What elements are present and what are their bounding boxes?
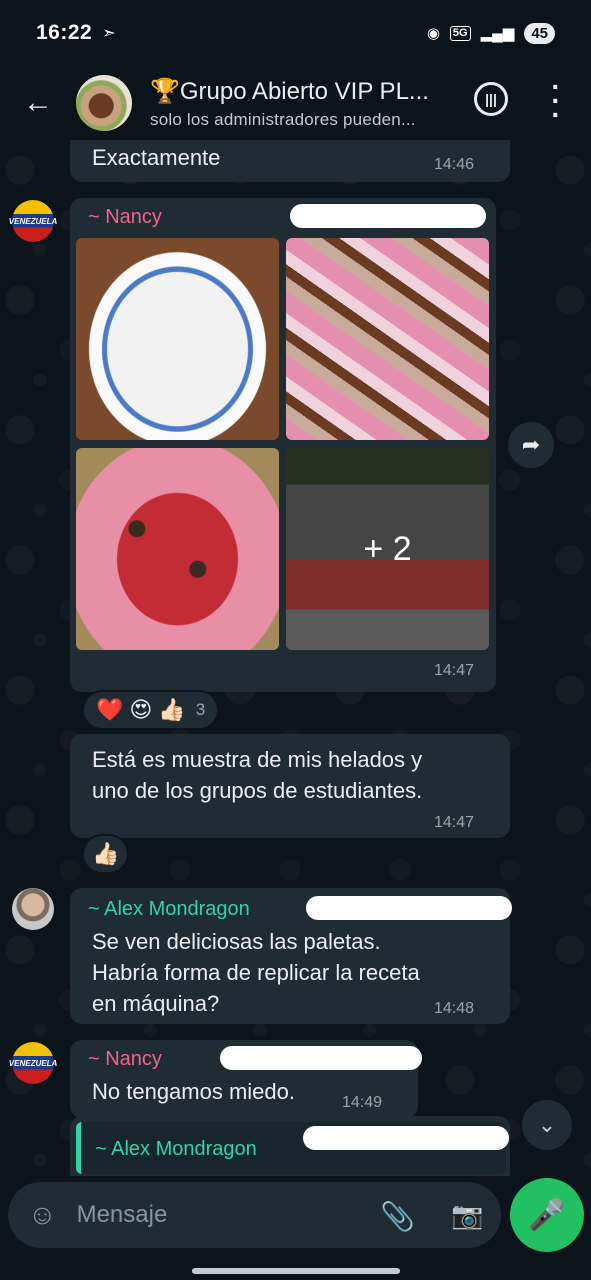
message-line: Se ven deliciosas las paletas. — [92, 929, 381, 954]
message-bubble[interactable]: Está es muestra de mis helados y uno de … — [70, 734, 510, 838]
reaction-emoji: ❤️ — [96, 697, 124, 722]
chat-header: ← 🏆Grupo Abierto VIP PL... solo los admi… — [0, 66, 591, 140]
reaction-emoji: 👍🏻 — [158, 697, 186, 722]
reaction-count: 3 — [195, 700, 206, 719]
avatar[interactable]: VENEZUELA — [9, 1042, 57, 1084]
composer-box: ☺ 📎 📷 — [8, 1182, 501, 1248]
emoji-icon[interactable]: ☺ — [28, 1199, 57, 1231]
message-time: 14:47 — [434, 814, 475, 831]
sender-name[interactable]: ~ Alex Mondragon — [88, 898, 250, 921]
album-photo[interactable] — [76, 238, 279, 440]
message-text: Está es muestra de mis helados y uno de … — [92, 744, 422, 806]
camera-icon[interactable]: 📷 — [451, 1200, 483, 1231]
voice-chat-icon[interactable]: ||| — [474, 82, 508, 116]
album-photo[interactable] — [76, 448, 279, 650]
message-time: 14:48 — [434, 1000, 475, 1017]
forward-icon[interactable]: ➦ — [508, 422, 554, 468]
message-time: 14:49 — [342, 1094, 383, 1111]
message-line: Está es muestra de mis helados y — [92, 747, 423, 772]
reaction-emoji: 👍🏻 — [92, 841, 120, 866]
reaction-pill[interactable]: 👍🏻 — [82, 834, 130, 874]
reply-quote[interactable]: ~ Alex Mondragon — [76, 1122, 509, 1174]
album-photo[interactable] — [286, 238, 489, 440]
reaction-pill[interactable]: ❤️ 😍 👍🏻 3 — [82, 690, 220, 730]
sender-name[interactable]: ~ Nancy — [88, 1048, 162, 1071]
message-text: Se ven deliciosas las paletas. Habría fo… — [92, 926, 420, 1019]
back-arrow-icon[interactable]: ← — [0, 86, 76, 120]
reaction-emoji: 😍 — [129, 697, 153, 722]
group-title: 🏆Grupo Abierto VIP PL... — [150, 77, 429, 105]
message-bubble[interactable]: ~ Nancy No tengamos miedo. 14:49 — [70, 1040, 422, 1118]
message-input[interactable] — [76, 1201, 347, 1229]
message-line: en máquina? — [92, 991, 220, 1016]
redaction-mark — [303, 1126, 509, 1150]
composer-bar: ☺ 📎 📷 🎤 — [0, 1176, 591, 1280]
group-avatar[interactable] — [76, 75, 132, 131]
attach-icon[interactable]: 📎 — [380, 1200, 415, 1233]
redaction-mark — [290, 204, 486, 228]
group-subtitle: solo los administradores pueden... — [150, 109, 416, 129]
status-bar: 16:22 ➣ ◉ 5G ▂▄▆ 45 — [0, 0, 591, 66]
message-text: No tengamos miedo. — [92, 1079, 295, 1104]
redaction-mark — [220, 1046, 422, 1070]
quoted-sender: ~ Alex Mondragon — [95, 1138, 257, 1160]
navigation-handle[interactable] — [192, 1268, 400, 1274]
network-type: 5G — [449, 25, 471, 41]
send-status-icon: ➣ — [102, 25, 116, 42]
avatar[interactable] — [12, 888, 54, 930]
message-bubble[interactable]: ~ Alex Mondragon Se ven deliciosas las p… — [70, 888, 512, 1024]
message-time: 14:46 — [434, 156, 475, 173]
redaction-mark — [306, 896, 512, 920]
menu-icon[interactable]: · · · — [546, 73, 566, 129]
mic-icon[interactable]: 🎤 — [510, 1178, 584, 1252]
battery-indicator: 45 — [524, 22, 555, 44]
chevron-down-icon[interactable]: ⌄ — [522, 1100, 572, 1150]
message-text: Exactamente — [92, 145, 221, 170]
signal-icon: ▂▄▆ — [480, 25, 515, 42]
sender-name[interactable]: ~ Nancy — [88, 206, 162, 229]
album-photo[interactable]: + 2 — [286, 448, 489, 650]
message-bubble[interactable]: Exactamente 14:46 — [70, 140, 510, 182]
message-line: uno de los grupos de estudiantes. — [92, 778, 423, 803]
album-message[interactable]: ~ Nancy + 2 14:47 — [70, 198, 496, 692]
message-time: 14:47 — [434, 662, 475, 679]
avatar[interactable]: VENEZUELA — [9, 200, 57, 242]
group-info[interactable]: 🏆Grupo Abierto VIP PL... solo los admini… — [150, 77, 450, 130]
more-photos-count: + 2 — [286, 448, 489, 650]
status-icons: ◉ 5G ▂▄▆ 45 — [426, 22, 555, 44]
hotspot-icon: ◉ — [426, 25, 440, 42]
status-time: 16:22 — [36, 21, 93, 44]
message-line: Habría forma de replicar la receta — [92, 960, 420, 985]
